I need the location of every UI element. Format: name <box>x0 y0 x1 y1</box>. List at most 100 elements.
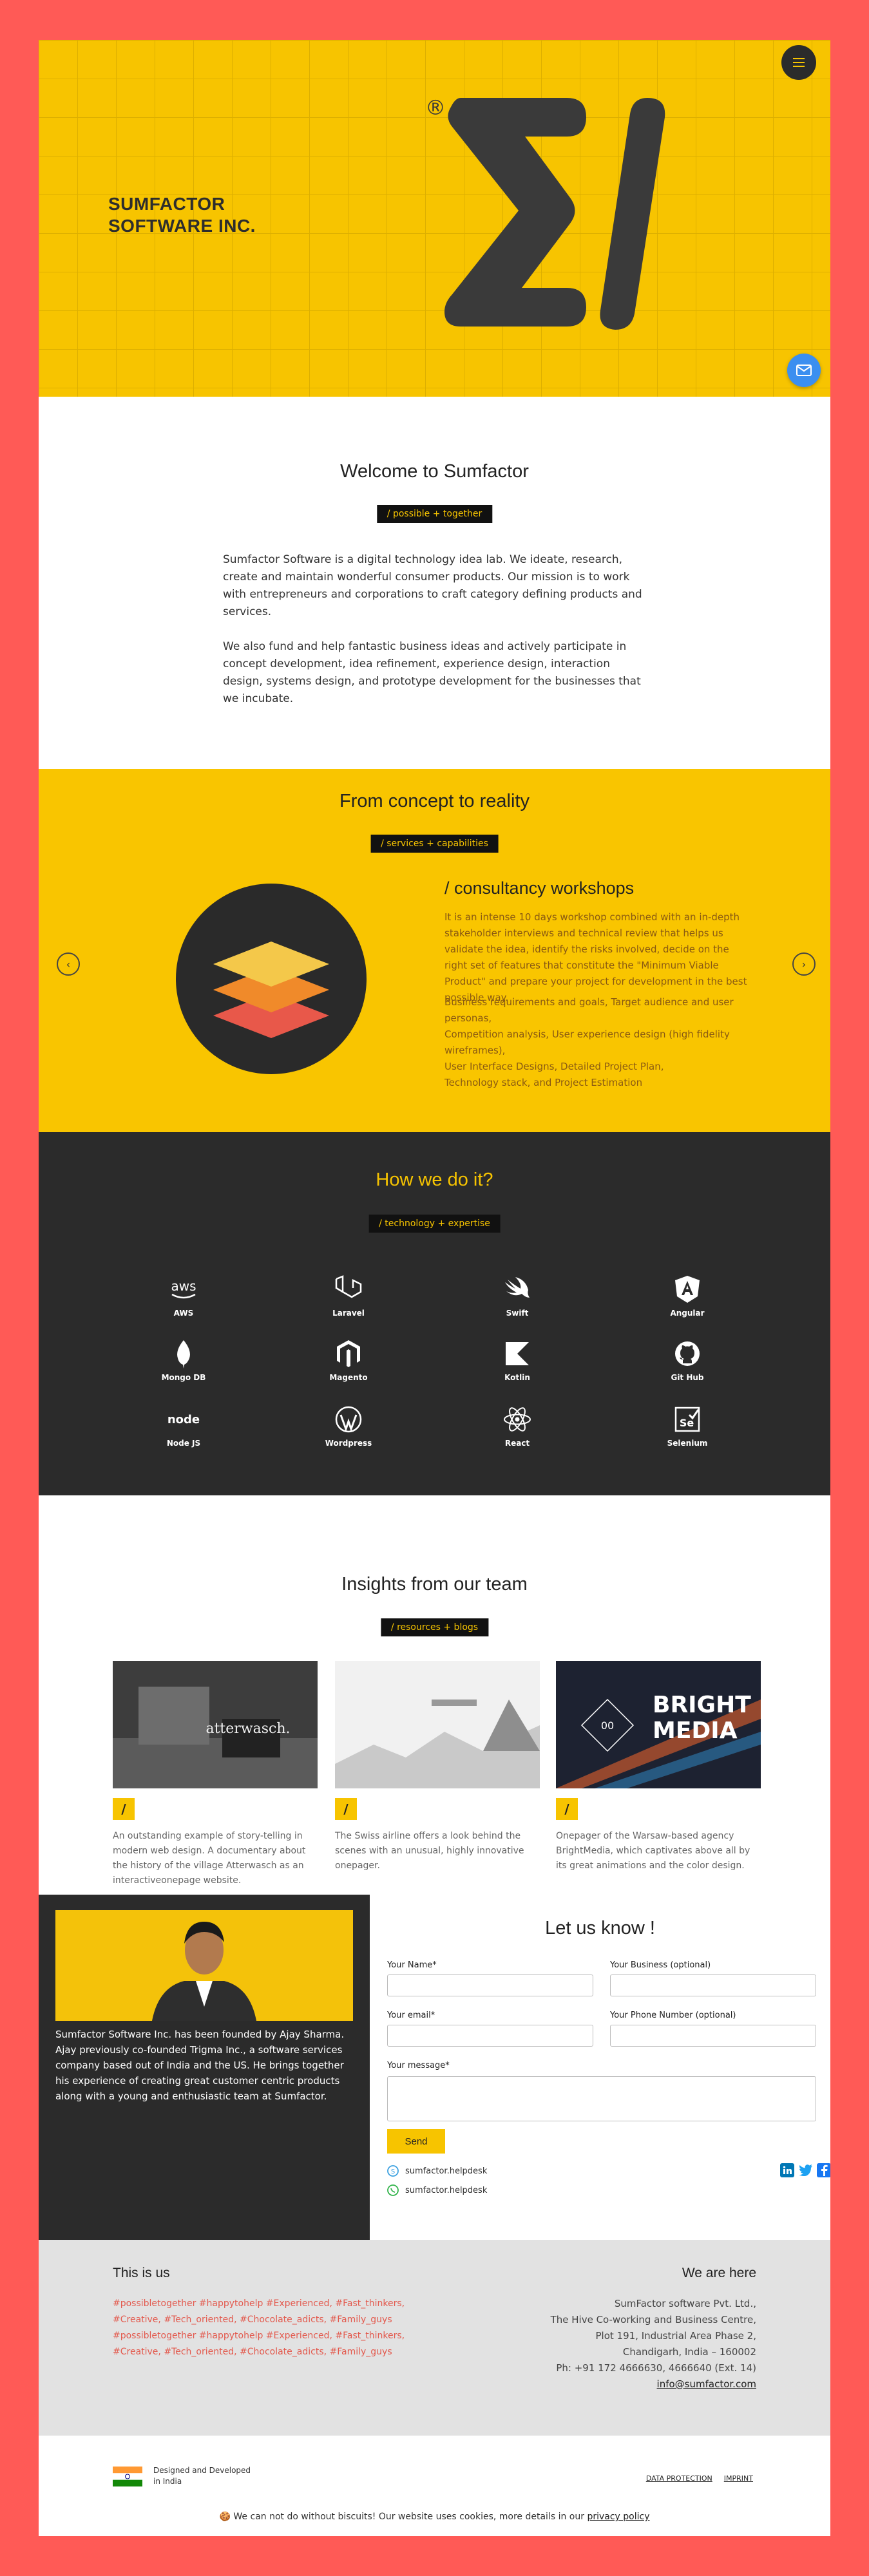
name-label: Your Name* <box>387 1960 437 1970</box>
legal-links: DATA PROTECTION IMPRINT <box>646 2474 753 2483</box>
whatsapp-icon <box>387 2184 399 2196</box>
blog-image: 00 BRIGHT MEDIA <box>556 1661 761 1788</box>
workshop-deliverables-1: Business requirements and goals, Target … <box>444 996 734 1024</box>
technology-title: How we do it? <box>376 1170 493 1190</box>
mail-icon <box>796 365 812 376</box>
technology-section: How we do it? / technology + expertise a… <box>39 1132 830 1495</box>
tech-label: Selenium <box>667 1439 708 1448</box>
cookie-notice: 🍪 We can not do without biscuits! Our we… <box>39 2512 830 2522</box>
address-block: SumFactor software Pvt. Ltd., The Hive C… <box>499 2296 756 2392</box>
chevron-left-icon: ‹ <box>66 958 71 971</box>
address-line-4: Chandigarh, India – 160002 <box>622 2346 756 2358</box>
message-label: Your message* <box>387 2061 450 2070</box>
concept-title: From concept to reality <box>339 791 530 811</box>
tech-label: Magento <box>329 1373 368 1382</box>
whatsapp-contact[interactable]: sumfactor.helpdesk <box>387 2184 487 2196</box>
contact-section: Let us know ! Your Name* Your Business (… <box>370 1895 830 2240</box>
nodejs-icon: node <box>167 1413 200 1426</box>
skype-contact[interactable]: S sumfactor.helpdesk <box>387 2165 487 2177</box>
tech-label: Mongo DB <box>161 1373 206 1382</box>
swift-icon <box>505 1277 530 1298</box>
tech-label: Git Hub <box>671 1373 704 1382</box>
skype-icon: S <box>387 2165 399 2177</box>
mongodb-icon <box>177 1340 190 1368</box>
email-input[interactable] <box>387 2025 593 2047</box>
data-protection-link[interactable]: DATA PROTECTION <box>646 2474 712 2483</box>
email-link[interactable]: info@sumfactor.com <box>657 2378 756 2390</box>
kotlin-icon <box>506 1342 529 1365</box>
hero-section: SUMFACTOR SOFTWARE INC. ® <box>39 40 830 397</box>
blog-excerpt: The Swiss airline offers a look behind t… <box>335 1831 524 1871</box>
layers-illustration <box>176 884 367 1074</box>
insights-section: Insights from our team / resources + blo… <box>39 1495 830 1895</box>
twitter-link[interactable] <box>799 2163 813 2177</box>
business-label: Your Business (optional) <box>610 1960 711 1970</box>
address-line-1: SumFactor software Pvt. Ltd., <box>614 2298 756 2309</box>
founder-section: Sumfactor Software Inc. has been founded… <box>39 1895 370 2240</box>
menu-button[interactable] <box>781 45 816 80</box>
carousel-next-button[interactable]: › <box>792 952 816 976</box>
facebook-link[interactable] <box>817 2163 830 2177</box>
carousel-prev-button[interactable]: ‹ <box>57 952 80 976</box>
layers-icon <box>213 942 329 1038</box>
we-are-here-title: We are here <box>682 2266 756 2280</box>
footer-section: This is us #possibletogether #happytohel… <box>39 2240 830 2436</box>
phone-input[interactable] <box>610 2025 816 2047</box>
read-more-button[interactable]: / <box>335 1798 357 1820</box>
chevron-right-icon: › <box>801 958 807 971</box>
welcome-paragraph-2: We also fund and help fantastic business… <box>223 640 641 705</box>
imprint-link[interactable]: IMPRINT <box>724 2474 753 2483</box>
mail-button[interactable] <box>787 354 821 387</box>
selenium-icon: Se <box>674 1406 700 1432</box>
wordpress-icon <box>335 1406 362 1433</box>
blog-card[interactable]: / The Swiss airline offers a look behind… <box>335 1661 540 1873</box>
aws-icon: aws <box>171 1278 196 1299</box>
tech-label: Node JS <box>166 1439 201 1448</box>
workshop-description: It is an intense 10 days workshop combin… <box>444 911 747 1003</box>
facebook-icon <box>821 2164 828 2176</box>
github-icon <box>675 1341 700 1366</box>
business-input[interactable] <box>610 1975 816 1996</box>
tech-label: Angular <box>670 1309 705 1318</box>
tech-swift: Swift <box>475 1273 559 1318</box>
react-icon <box>504 1407 531 1432</box>
cookie-text: We can not do without biscuits! Our webs… <box>233 2512 584 2522</box>
workshop-title: / consultancy workshops <box>444 878 635 898</box>
blog-image-text: atterwasch. <box>205 1721 290 1737</box>
tech-label: Kotlin <box>504 1373 530 1382</box>
tech-label: AWS <box>173 1309 194 1318</box>
read-more-button[interactable]: / <box>113 1798 135 1820</box>
read-more-button[interactable]: / <box>556 1798 578 1820</box>
page-frame: SUMFACTOR SOFTWARE INC. ® Welcome to Sum… <box>39 40 830 2536</box>
welcome-tag: / possible + together <box>376 505 493 523</box>
workshop-deliverables-3: User Interface Designs, Detailed Project… <box>444 1061 664 1072</box>
message-textarea[interactable] <box>387 2076 816 2121</box>
nodejs-icon-text: node <box>167 1413 200 1426</box>
welcome-paragraph-1: Sumfactor Software is a digital technolo… <box>223 553 642 618</box>
blog-image-counter: 00 <box>601 1719 614 1732</box>
skype-handle: sumfactor.helpdesk <box>405 2166 488 2176</box>
privacy-policy-link[interactable]: privacy policy <box>587 2512 649 2522</box>
tech-laravel: Laravel <box>307 1273 390 1318</box>
hamburger-icon <box>793 58 805 67</box>
blog-card[interactable]: atterwasch. / An outstanding example of … <box>113 1661 318 1888</box>
tech-magento: Magento <box>307 1337 390 1382</box>
founder-photo <box>55 1910 353 2021</box>
tech-nodejs: node Node JS <box>142 1403 225 1448</box>
brand-line-2: SOFTWARE INC. <box>108 216 256 236</box>
address-line-2: The Hive Co-working and Business Centre, <box>550 2314 756 2325</box>
tech-label: React <box>504 1439 530 1448</box>
made-in-india: Designed and Developed in India <box>153 2466 251 2486</box>
send-button[interactable]: Send <box>387 2129 445 2154</box>
blog-image <box>335 1661 540 1788</box>
tech-wordpress: Wordpress <box>307 1403 390 1448</box>
blog-image: atterwasch. <box>113 1661 318 1788</box>
blog-card[interactable]: 00 BRIGHT MEDIA / Onepager of the Warsaw… <box>556 1661 761 1873</box>
insights-tag: / resources + blogs <box>380 1618 489 1636</box>
contact-title: Let us know ! <box>545 1918 655 1938</box>
linkedin-icon <box>783 2166 792 2174</box>
tech-selenium: Se Selenium <box>645 1403 729 1448</box>
tech-aws: aws AWS <box>142 1273 225 1318</box>
name-input[interactable] <box>387 1975 593 1996</box>
linkedin-link[interactable] <box>780 2163 794 2177</box>
